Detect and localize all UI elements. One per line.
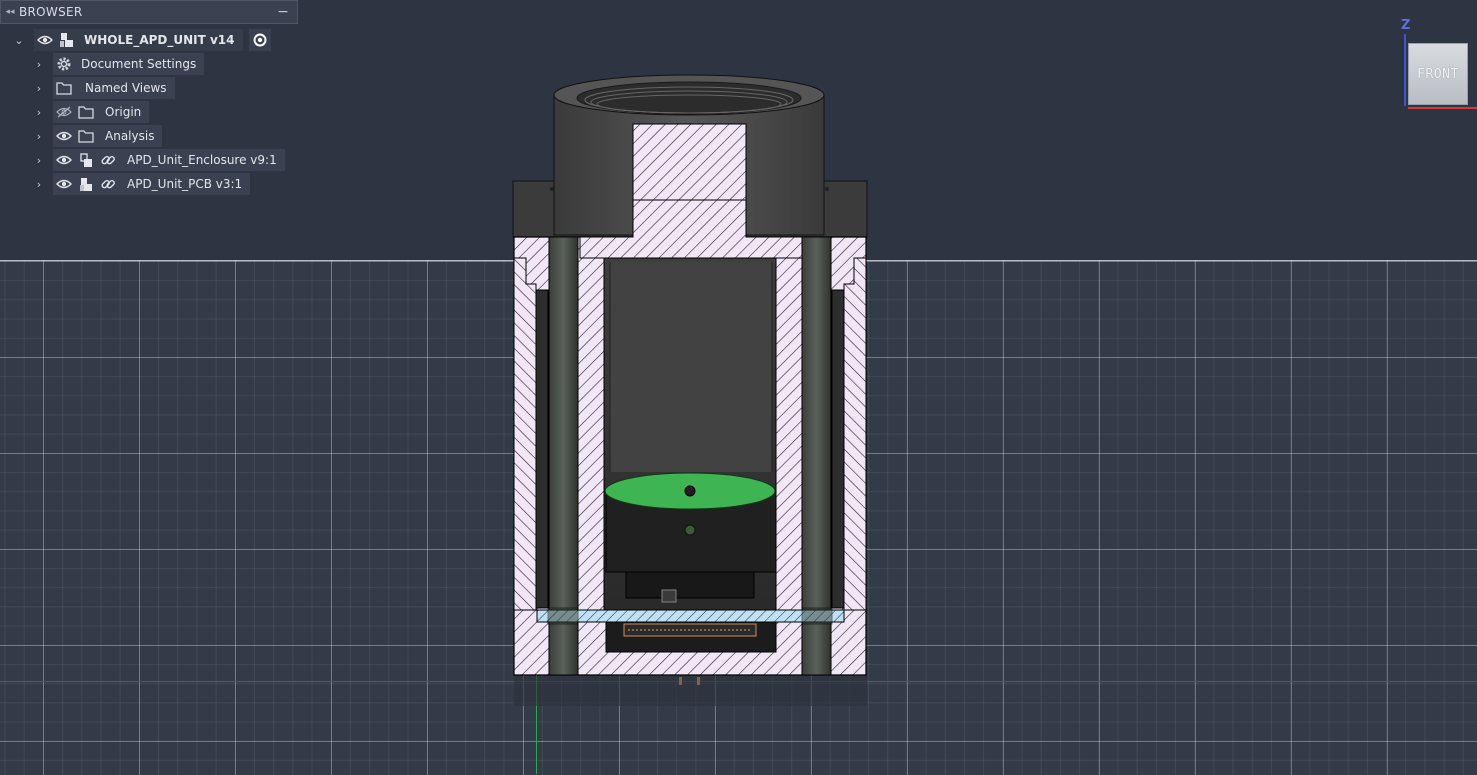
x-axis-indicator [1408, 107, 1477, 109]
eye-icon[interactable] [34, 29, 56, 51]
item-label: Analysis [105, 129, 155, 143]
flange-hole-left [550, 187, 554, 191]
root-label: WHOLE_APD_UNIT v14 [84, 33, 235, 47]
component-icon [75, 149, 97, 171]
component-icon [75, 173, 97, 195]
chevron-right-icon[interactable]: › [34, 125, 44, 147]
minimize-button[interactable]: − [269, 4, 297, 20]
pcb-node[interactable]: APD_Unit_PCB v3:1 [53, 173, 251, 195]
tree-item-origin[interactable]: › Origin [34, 101, 150, 123]
link-icon [97, 173, 119, 195]
tree-item-document-settings[interactable]: › Document Settings [34, 53, 205, 75]
cavity-tube [610, 262, 772, 472]
pcb-board [536, 609, 845, 623]
document-settings-node[interactable]: Document Settings [53, 53, 205, 75]
link-icon [97, 149, 119, 171]
chevron-right-icon[interactable]: › [34, 77, 44, 99]
analysis-node[interactable]: Analysis [53, 125, 163, 147]
browser-header: ◂◂ BROWSER − [0, 0, 298, 24]
viewcube[interactable]: Z FRONT [1398, 18, 1477, 114]
tree-root-row[interactable]: ⌄ WHOLE_APD_UNIT v14 [14, 29, 271, 51]
item-label: Named Views [85, 81, 167, 95]
folder-icon [53, 77, 75, 99]
eye-icon[interactable] [53, 173, 75, 195]
section-view-model[interactable] [0, 0, 1477, 774]
chevron-right-icon[interactable]: › [34, 53, 44, 75]
left-gap [535, 289, 549, 609]
item-label: APD_Unit_PCB v3:1 [127, 177, 243, 191]
tree-item-named-views[interactable]: › Named Views [34, 77, 175, 99]
eye-icon[interactable] [53, 149, 75, 171]
tree-item-analysis[interactable]: › Analysis [34, 125, 163, 147]
chevron-right-icon[interactable]: › [34, 149, 44, 171]
root-node[interactable]: WHOLE_APD_UNIT v14 [34, 29, 243, 51]
eye-hidden-icon[interactable] [53, 101, 75, 123]
tree-item-pcb[interactable]: › APD_Unit_PCB v3:1 [34, 173, 251, 195]
item-label: Document Settings [81, 57, 197, 71]
folder-icon [75, 125, 97, 147]
viewcube-face-label: FRONT [1417, 66, 1459, 82]
viewcube-front-face[interactable]: FRONT [1408, 43, 1468, 105]
z-axis-label: Z [1401, 18, 1411, 33]
right-gap [831, 289, 845, 609]
item-label: Origin [105, 105, 142, 119]
browser-panel: ◂◂ BROWSER − ⌄ WHOLE_APD_UNIT v14 › Docu… [0, 0, 298, 195]
3d-viewport[interactable]: Z FRONT [0, 0, 1477, 775]
eye-icon[interactable] [53, 125, 75, 147]
enclosure-node[interactable]: APD_Unit_Enclosure v9:1 [53, 149, 285, 171]
right-wall-step [843, 257, 867, 611]
lens-screw-top [684, 485, 696, 497]
origin-node[interactable]: Origin [53, 101, 150, 123]
gear-icon [53, 53, 75, 75]
tree-item-enclosure[interactable]: › APD_Unit_Enclosure v9:1 [34, 149, 285, 171]
folder-icon [75, 101, 97, 123]
ground-shadow [514, 676, 867, 706]
sensor-chip [661, 589, 677, 603]
flange-hole-right [825, 187, 829, 191]
item-label: APD_Unit_Enclosure v9:1 [127, 153, 277, 167]
assembly-icon [56, 29, 78, 51]
lens-screw-side [684, 524, 696, 536]
z-axis-indicator [1404, 34, 1406, 106]
pin-1 [679, 677, 682, 685]
chevron-right-icon[interactable]: › [34, 101, 44, 123]
chevron-down-icon[interactable]: ⌄ [14, 29, 24, 51]
chevron-right-icon[interactable]: › [34, 173, 44, 195]
pin-2 [697, 677, 700, 685]
left-wall-step [513, 257, 537, 611]
activate-radio-icon[interactable] [248, 29, 271, 51]
named-views-node[interactable]: Named Views [53, 77, 175, 99]
browser-title: BROWSER [19, 5, 83, 19]
collapse-panel-icon[interactable]: ◂◂ [1, 7, 19, 17]
sensor-mount [625, 571, 755, 599]
